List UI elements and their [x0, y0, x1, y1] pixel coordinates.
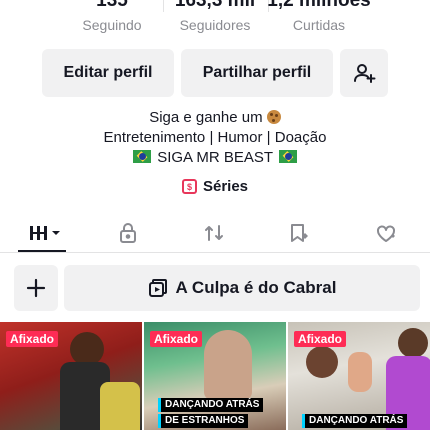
- active-tab-indicator: [18, 250, 66, 252]
- profile-tabs: [0, 213, 430, 253]
- thumbnail-figure: [70, 332, 104, 366]
- bio-text-3: SIGA MR BEAST: [157, 149, 273, 166]
- likes-label: Curtidas: [292, 17, 346, 33]
- share-profile-label: Partilhar perfil: [202, 64, 312, 81]
- cookie-icon: [266, 110, 281, 124]
- followers-stat[interactable]: 163,3 mil Seguidores: [170, 0, 260, 34]
- stat-divider: [163, 0, 164, 12]
- add-playlist-button[interactable]: [14, 265, 58, 311]
- pinned-badge: Afixado: [294, 331, 347, 347]
- likes-count: 1,2 milhões: [267, 0, 371, 11]
- thumbnail-figure: [100, 382, 140, 430]
- video-thumbnail[interactable]: Afixado DANÇANDO ATRÁS DE ESTRANHOS: [144, 322, 286, 430]
- share-profile-button[interactable]: Partilhar perfil: [181, 49, 333, 97]
- grid-icon: [30, 226, 60, 240]
- series-label: Séries: [202, 178, 249, 195]
- bio-line-1: Siga e ganhe um: [0, 108, 430, 128]
- followers-label: Seguidores: [179, 17, 251, 33]
- video-thumbnail[interactable]: Afixado: [0, 322, 142, 430]
- video-caption: DANÇANDO ATRÁS: [302, 414, 408, 428]
- following-label: Seguindo: [82, 17, 142, 33]
- following-count: 135: [96, 0, 128, 11]
- thumbnail-figure: [204, 330, 252, 400]
- bio-text-1: Siga e ganhe um: [149, 109, 263, 126]
- tab-liked[interactable]: [366, 219, 406, 247]
- brazil-flag-icon: [278, 150, 297, 163]
- pinned-badge: Afixado: [6, 331, 59, 347]
- thumbnail-figure: [398, 328, 428, 358]
- thumbnail-figure: [348, 352, 372, 392]
- heart-icon: [377, 225, 395, 242]
- video-thumbnail[interactable]: Afixado DANÇANDO ATRÁS: [288, 322, 430, 430]
- edit-profile-label: Editar perfil: [63, 64, 153, 81]
- tab-private[interactable]: [108, 219, 148, 247]
- tab-reposts[interactable]: [194, 219, 234, 247]
- playlist-button[interactable]: A Culpa é do Cabral: [64, 265, 420, 311]
- video-caption: DANÇANDO ATRÁS: [158, 398, 264, 412]
- thumbnail-figure: [306, 346, 338, 378]
- playlist-actions: A Culpa é do Cabral: [0, 265, 430, 311]
- brazil-flag-icon: [133, 150, 152, 163]
- profile-stats: 135 Seguindo 163,3 mil Seguidores 1,2 mi…: [0, 0, 430, 40]
- pinned-badge: Afixado: [150, 331, 203, 347]
- bio-line-2: Entretenimento | Humor | Doação: [103, 129, 327, 146]
- tab-videos[interactable]: [22, 219, 66, 247]
- video-caption: DE ESTRANHOS: [158, 414, 249, 428]
- likes-stat[interactable]: 1,2 milhões Curtidas: [266, 0, 372, 34]
- add-friend-button[interactable]: [340, 49, 388, 97]
- bookmark-icon: [291, 224, 308, 242]
- repost-icon: [205, 225, 223, 241]
- followers-count: 163,3 mil: [174, 0, 256, 11]
- lock-icon: [120, 223, 136, 243]
- series-link[interactable]: $ Séries: [0, 178, 430, 195]
- edit-profile-button[interactable]: Editar perfil: [42, 49, 174, 97]
- series-icon: $: [181, 179, 197, 194]
- bio-line-3: SIGA MR BEAST: [0, 148, 430, 168]
- playlist-label: A Culpa é do Cabral: [175, 278, 337, 297]
- following-stat[interactable]: 135 Seguindo: [72, 0, 152, 34]
- video-grid: Afixado Afixado DANÇANDO ATRÁS DE ESTRAN…: [0, 322, 430, 430]
- playlist-icon: [148, 279, 167, 297]
- plus-icon: [26, 278, 46, 298]
- tab-favorites[interactable]: [280, 219, 320, 247]
- person-plus-icon: [354, 64, 376, 83]
